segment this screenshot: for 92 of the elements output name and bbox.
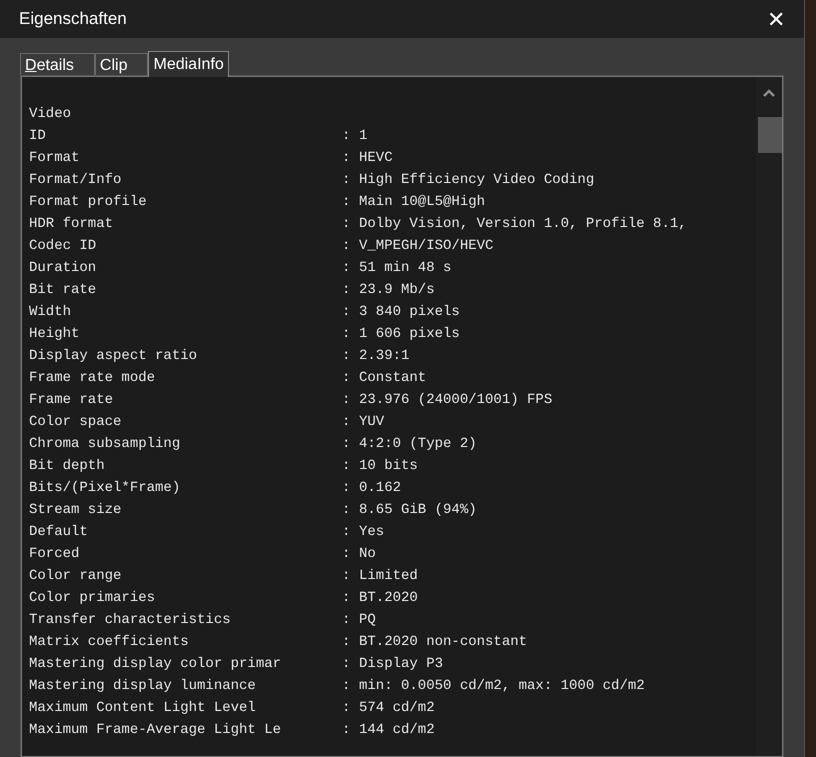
property-value: Dolby Vision, Version 1.0, Profile 8.1, — [359, 215, 687, 234]
property-label: Maximum Content Light Level — [29, 699, 257, 718]
property-value: Constant — [359, 369, 426, 388]
property-label: Mastering display color primar — [29, 655, 282, 674]
separator: : — [342, 325, 352, 344]
property-label: Duration — [29, 259, 98, 278]
property-value: HEVC — [359, 149, 393, 168]
separator: : — [342, 589, 352, 608]
separator: : — [342, 215, 352, 234]
separator: : — [342, 545, 352, 564]
separator: : — [342, 435, 352, 454]
property-label: Height — [29, 325, 80, 344]
property-value: Main 10@L5@High — [359, 193, 486, 212]
separator: : — [342, 369, 352, 388]
property-label: Forced — [29, 545, 80, 564]
separator: : — [342, 501, 352, 520]
separator: : — [342, 567, 352, 586]
property-label: Default — [29, 523, 89, 542]
property-value: No — [359, 545, 376, 564]
separator: : — [342, 479, 352, 498]
separator: : — [342, 193, 352, 212]
property-value: 1 606 pixels — [359, 325, 460, 344]
property-label: Mastering display luminance — [29, 677, 257, 696]
separator: : — [342, 149, 352, 168]
property-value: 51 min 48 s — [359, 259, 452, 278]
separator: : — [342, 655, 352, 674]
property-value: 2.39:1 — [359, 347, 410, 366]
property-label: Display aspect ratio — [29, 347, 198, 366]
property-label: Transfer characteristics — [29, 611, 232, 630]
window-title: Eigenschaften — [19, 8, 127, 30]
separator: : — [342, 611, 352, 630]
separator: : — [342, 699, 352, 718]
separator: : — [342, 391, 352, 410]
property-value: 23.976 (24000/1001) FPS — [359, 391, 552, 410]
property-value: 3 840 pixels — [359, 303, 460, 322]
property-label: Color primaries — [29, 589, 156, 608]
scroll-up-icon[interactable] — [763, 89, 775, 97]
section-heading: Video — [29, 105, 72, 124]
property-label: Codec ID — [29, 237, 98, 256]
separator: : — [342, 171, 352, 190]
separator: : — [342, 721, 352, 740]
property-label: Format — [29, 149, 80, 168]
property-label: ID — [29, 127, 47, 146]
property-value: V_MPEGH/ISO/HEVC — [359, 237, 494, 256]
property-label: Bit rate — [29, 281, 98, 300]
separator: : — [342, 347, 352, 366]
tab[interactable]: Clip — [94, 53, 148, 76]
property-label: Stream size — [29, 501, 122, 520]
property-value: 0.162 — [359, 479, 402, 498]
property-label: Maximum Frame-Average Light Le — [29, 721, 282, 740]
separator: : — [342, 413, 352, 432]
separator: : — [342, 633, 352, 652]
property-label: Format profile — [29, 193, 148, 212]
property-value: 8.65 GiB (94%) — [359, 501, 477, 520]
property-value: BT.2020 — [359, 589, 418, 608]
property-label: Bit depth — [29, 457, 106, 476]
property-value: 574 cd/m2 — [359, 699, 435, 718]
property-label: Color range — [29, 567, 122, 586]
separator: : — [342, 281, 352, 300]
property-label: HDR format — [29, 215, 114, 234]
property-value: min: 0.0050 cd/m2, max: 1000 cd/m2 — [359, 677, 645, 696]
property-label: Frame rate — [29, 391, 114, 410]
property-value: 4:2:0 (Type 2) — [359, 435, 477, 454]
property-value: YUV — [359, 413, 384, 432]
property-label: Format/Info — [29, 171, 122, 190]
separator: : — [342, 259, 352, 278]
property-value: High Efficiency Video Coding — [359, 171, 594, 190]
property-label: Color space — [29, 413, 122, 432]
property-value: Limited — [359, 567, 418, 586]
property-label: Matrix coefficients — [29, 633, 190, 652]
tab[interactable]: Details — [20, 53, 95, 76]
property-value: 1 — [359, 127, 368, 146]
property-value: PQ — [359, 611, 376, 630]
property-value: Yes — [359, 523, 384, 542]
property-value: BT.2020 non-constant — [359, 633, 528, 652]
property-label: Bits/(Pixel*Frame) — [29, 479, 182, 498]
property-label: Chroma subsampling — [29, 435, 182, 454]
property-label: Frame rate mode — [29, 369, 156, 388]
separator: : — [342, 677, 352, 696]
property-label: Width — [29, 303, 72, 322]
separator: : — [342, 523, 352, 542]
scrollbar-thumb[interactable] — [758, 117, 782, 153]
property-value: Display P3 — [359, 655, 444, 674]
separator: : — [342, 457, 352, 476]
property-value: 144 cd/m2 — [359, 721, 435, 740]
separator: : — [342, 237, 352, 256]
property-value: 10 bits — [359, 457, 418, 476]
property-value: 23.9 Mb/s — [359, 281, 435, 300]
separator: : — [342, 303, 352, 322]
tab[interactable]: MediaInfo — [148, 51, 229, 77]
close-button[interactable]: ✕ — [754, 3, 798, 35]
separator: : — [342, 127, 352, 146]
